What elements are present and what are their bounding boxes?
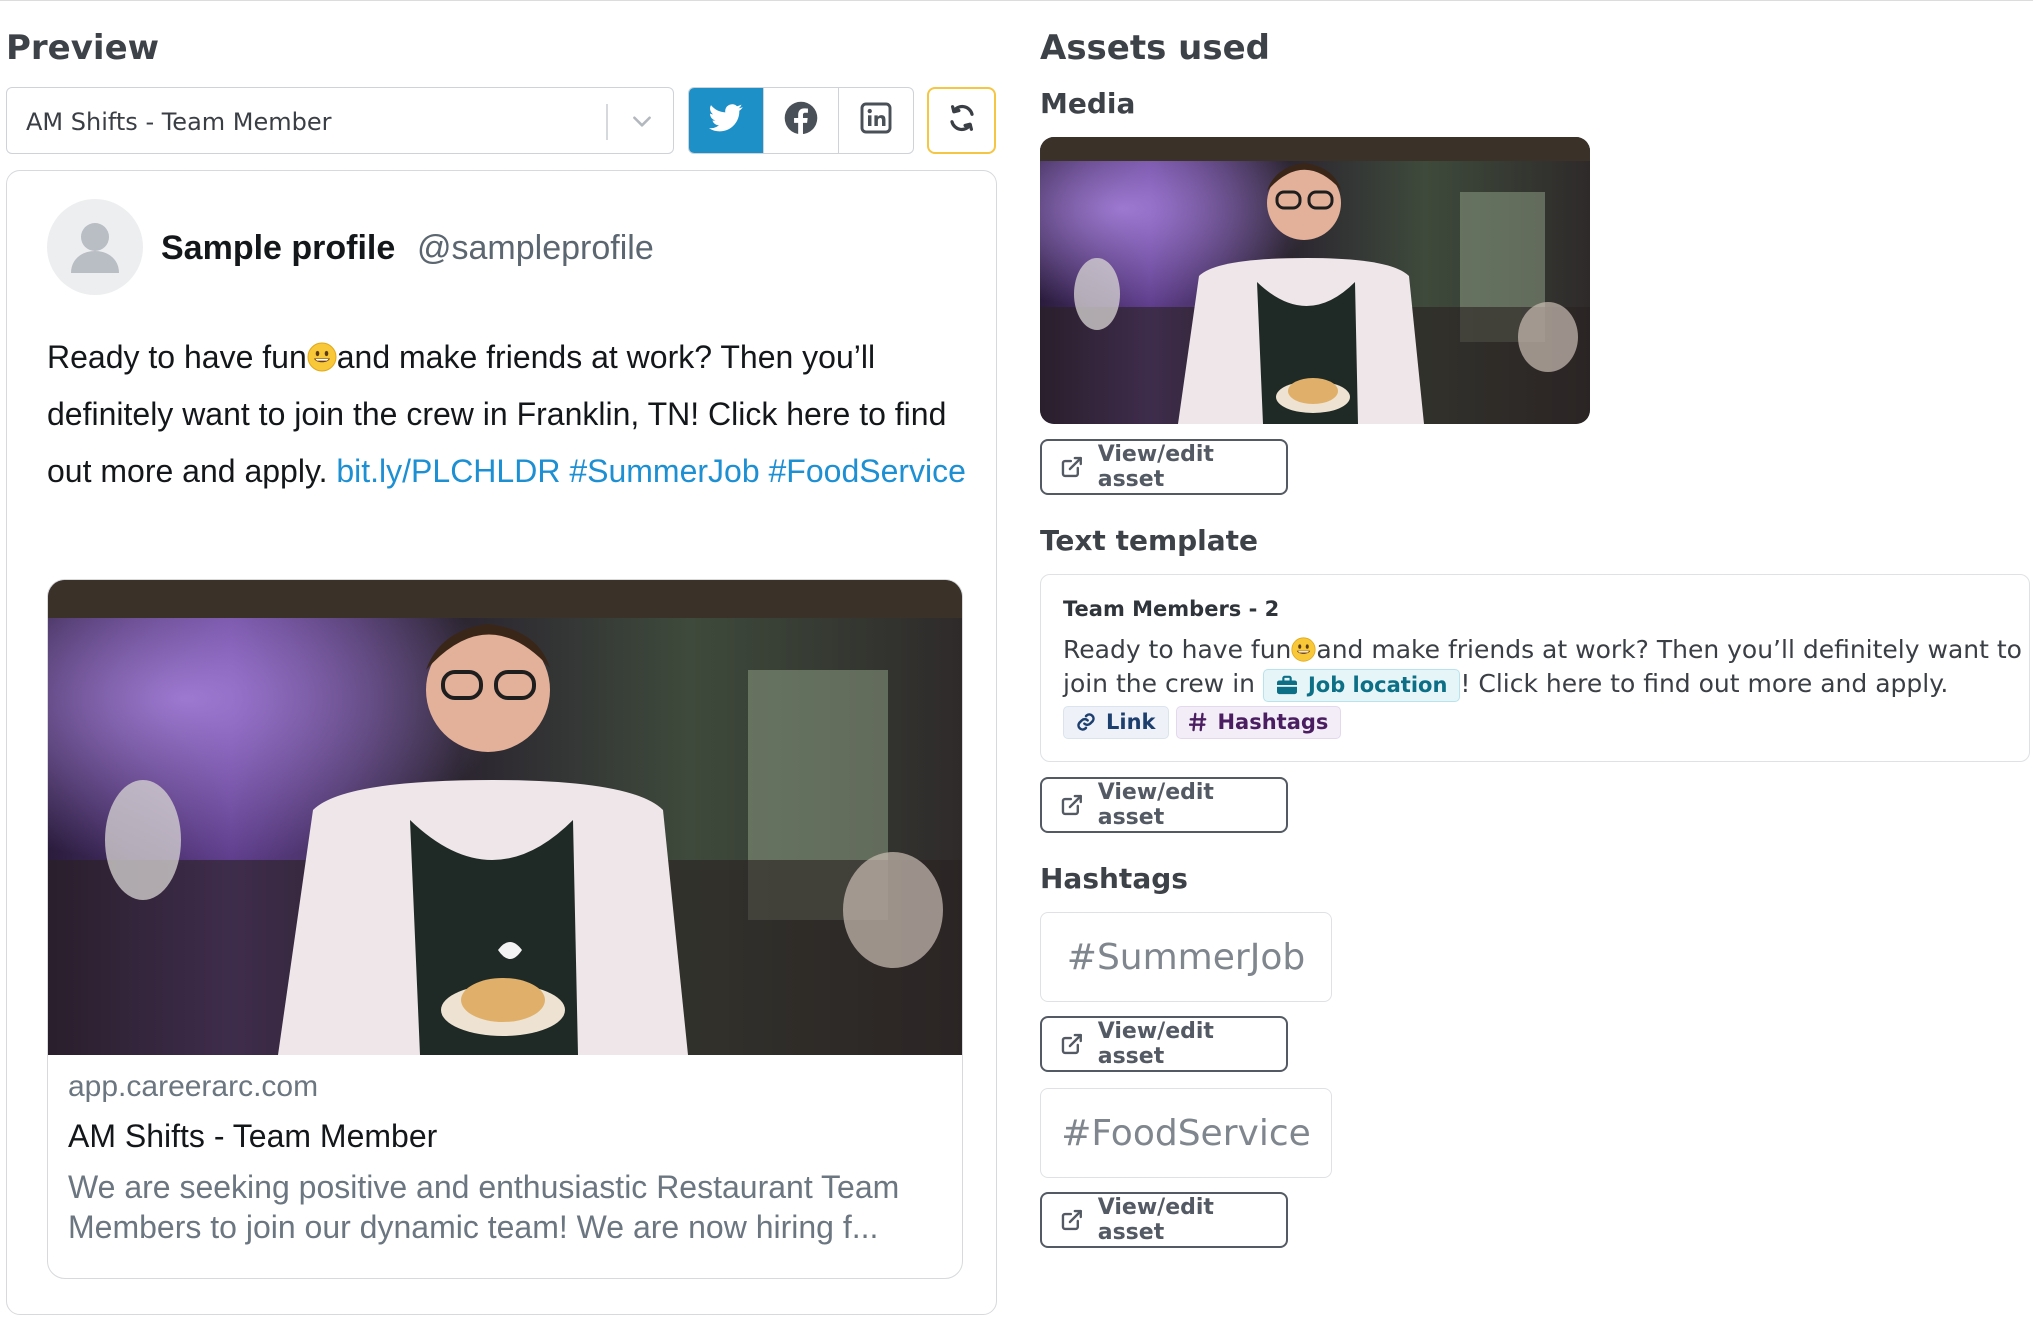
post-link[interactable]: bit.ly/PLCHLDR [336,453,560,489]
view-edit-media-button[interactable]: View/edit asset [1040,439,1288,495]
profile-handle: @sampleprofile [417,229,654,267]
external-link-icon [1061,1033,1082,1055]
job-location-label: Job location [1307,673,1448,697]
linkedin-icon [860,102,892,139]
hashtags-chip-label: Hashtags [1217,710,1329,734]
external-link-icon [1061,1209,1082,1231]
view-edit-label: View/edit asset [1097,1019,1214,1069]
hash-icon [1189,712,1207,732]
link-chip-label: Link [1106,710,1156,734]
job-location-chip[interactable]: Job location [1262,668,1461,702]
view-edit-label: View/edit asset [1097,442,1214,492]
view-edit-label: View/edit asset [1097,1195,1214,1245]
post-preview-card: Sample profile @sampleprofile Ready to h… [6,170,997,1315]
hashtag-link[interactable]: #FoodService [769,453,966,489]
template-text-part: Ready to have fun [1063,635,1292,664]
grinning-face-emoji-icon [307,333,337,372]
link-domain: app.careerarc.com [68,1070,319,1103]
link-description: We are seeking positive and enthusiastic… [68,1169,900,1245]
hashtag-asset: #SummerJob [1040,912,1332,1002]
link-preview-image [48,580,962,1055]
hashtag-asset: #FoodService [1040,1088,1332,1178]
twitter-icon [709,103,743,138]
hashtags-chip[interactable]: Hashtags [1176,705,1342,739]
media-section-title: Media [1040,87,1136,120]
post-text: Ready to have fun and make friends at wor… [47,329,967,500]
link-icon [1077,713,1095,731]
job-select[interactable]: AM Shifts - Team Member [6,87,674,154]
job-select-value: AM Shifts - Team Member [26,108,332,136]
assets-title: Assets used [1040,28,1271,68]
linkedin-tab[interactable] [838,88,913,153]
refresh-icon [947,103,977,138]
top-divider [0,0,2033,1]
view-edit-label: View/edit asset [1097,780,1214,830]
chevron-down-icon [629,108,655,139]
post-text-part: Ready to have fun [47,339,307,375]
template-body: Ready to have fun and make friends at wor… [1063,633,2023,739]
profile-name: Sample profile [161,229,396,267]
link-preview-card[interactable]: app.careerarc.com AM Shifts - Team Membe… [47,579,963,1279]
text-template-box: Team Members - 2 Ready to have fun and ma… [1040,574,2030,762]
refresh-button[interactable] [927,87,996,154]
view-edit-hashtag-button[interactable]: View/edit asset [1040,1192,1288,1248]
facebook-tab[interactable] [763,88,838,153]
avatar [47,199,143,295]
hashtag-link[interactable]: #SummerJob [569,453,759,489]
grinning-face-emoji-icon [1291,637,1316,662]
template-text-part: ! Click here to find out more and apply. [1460,669,1949,698]
preview-title: Preview [6,28,160,68]
facebook-icon [784,101,818,140]
hashtags-section-title: Hashtags [1040,862,1188,895]
external-link-icon [1061,456,1082,478]
view-edit-text-template-button[interactable]: View/edit asset [1040,777,1288,833]
twitter-tab[interactable] [689,88,763,153]
text-template-section-title: Text template [1040,524,1259,557]
external-link-icon [1061,794,1082,816]
view-edit-hashtag-button[interactable]: View/edit asset [1040,1016,1288,1072]
network-switcher [688,87,914,154]
briefcase-icon [1276,675,1297,695]
link-title: AM Shifts - Team Member [68,1118,438,1154]
link-chip[interactable]: Link [1063,705,1169,739]
select-divider [606,104,608,140]
template-name: Team Members - 2 [1063,597,1280,621]
media-asset-image [1040,137,1590,424]
